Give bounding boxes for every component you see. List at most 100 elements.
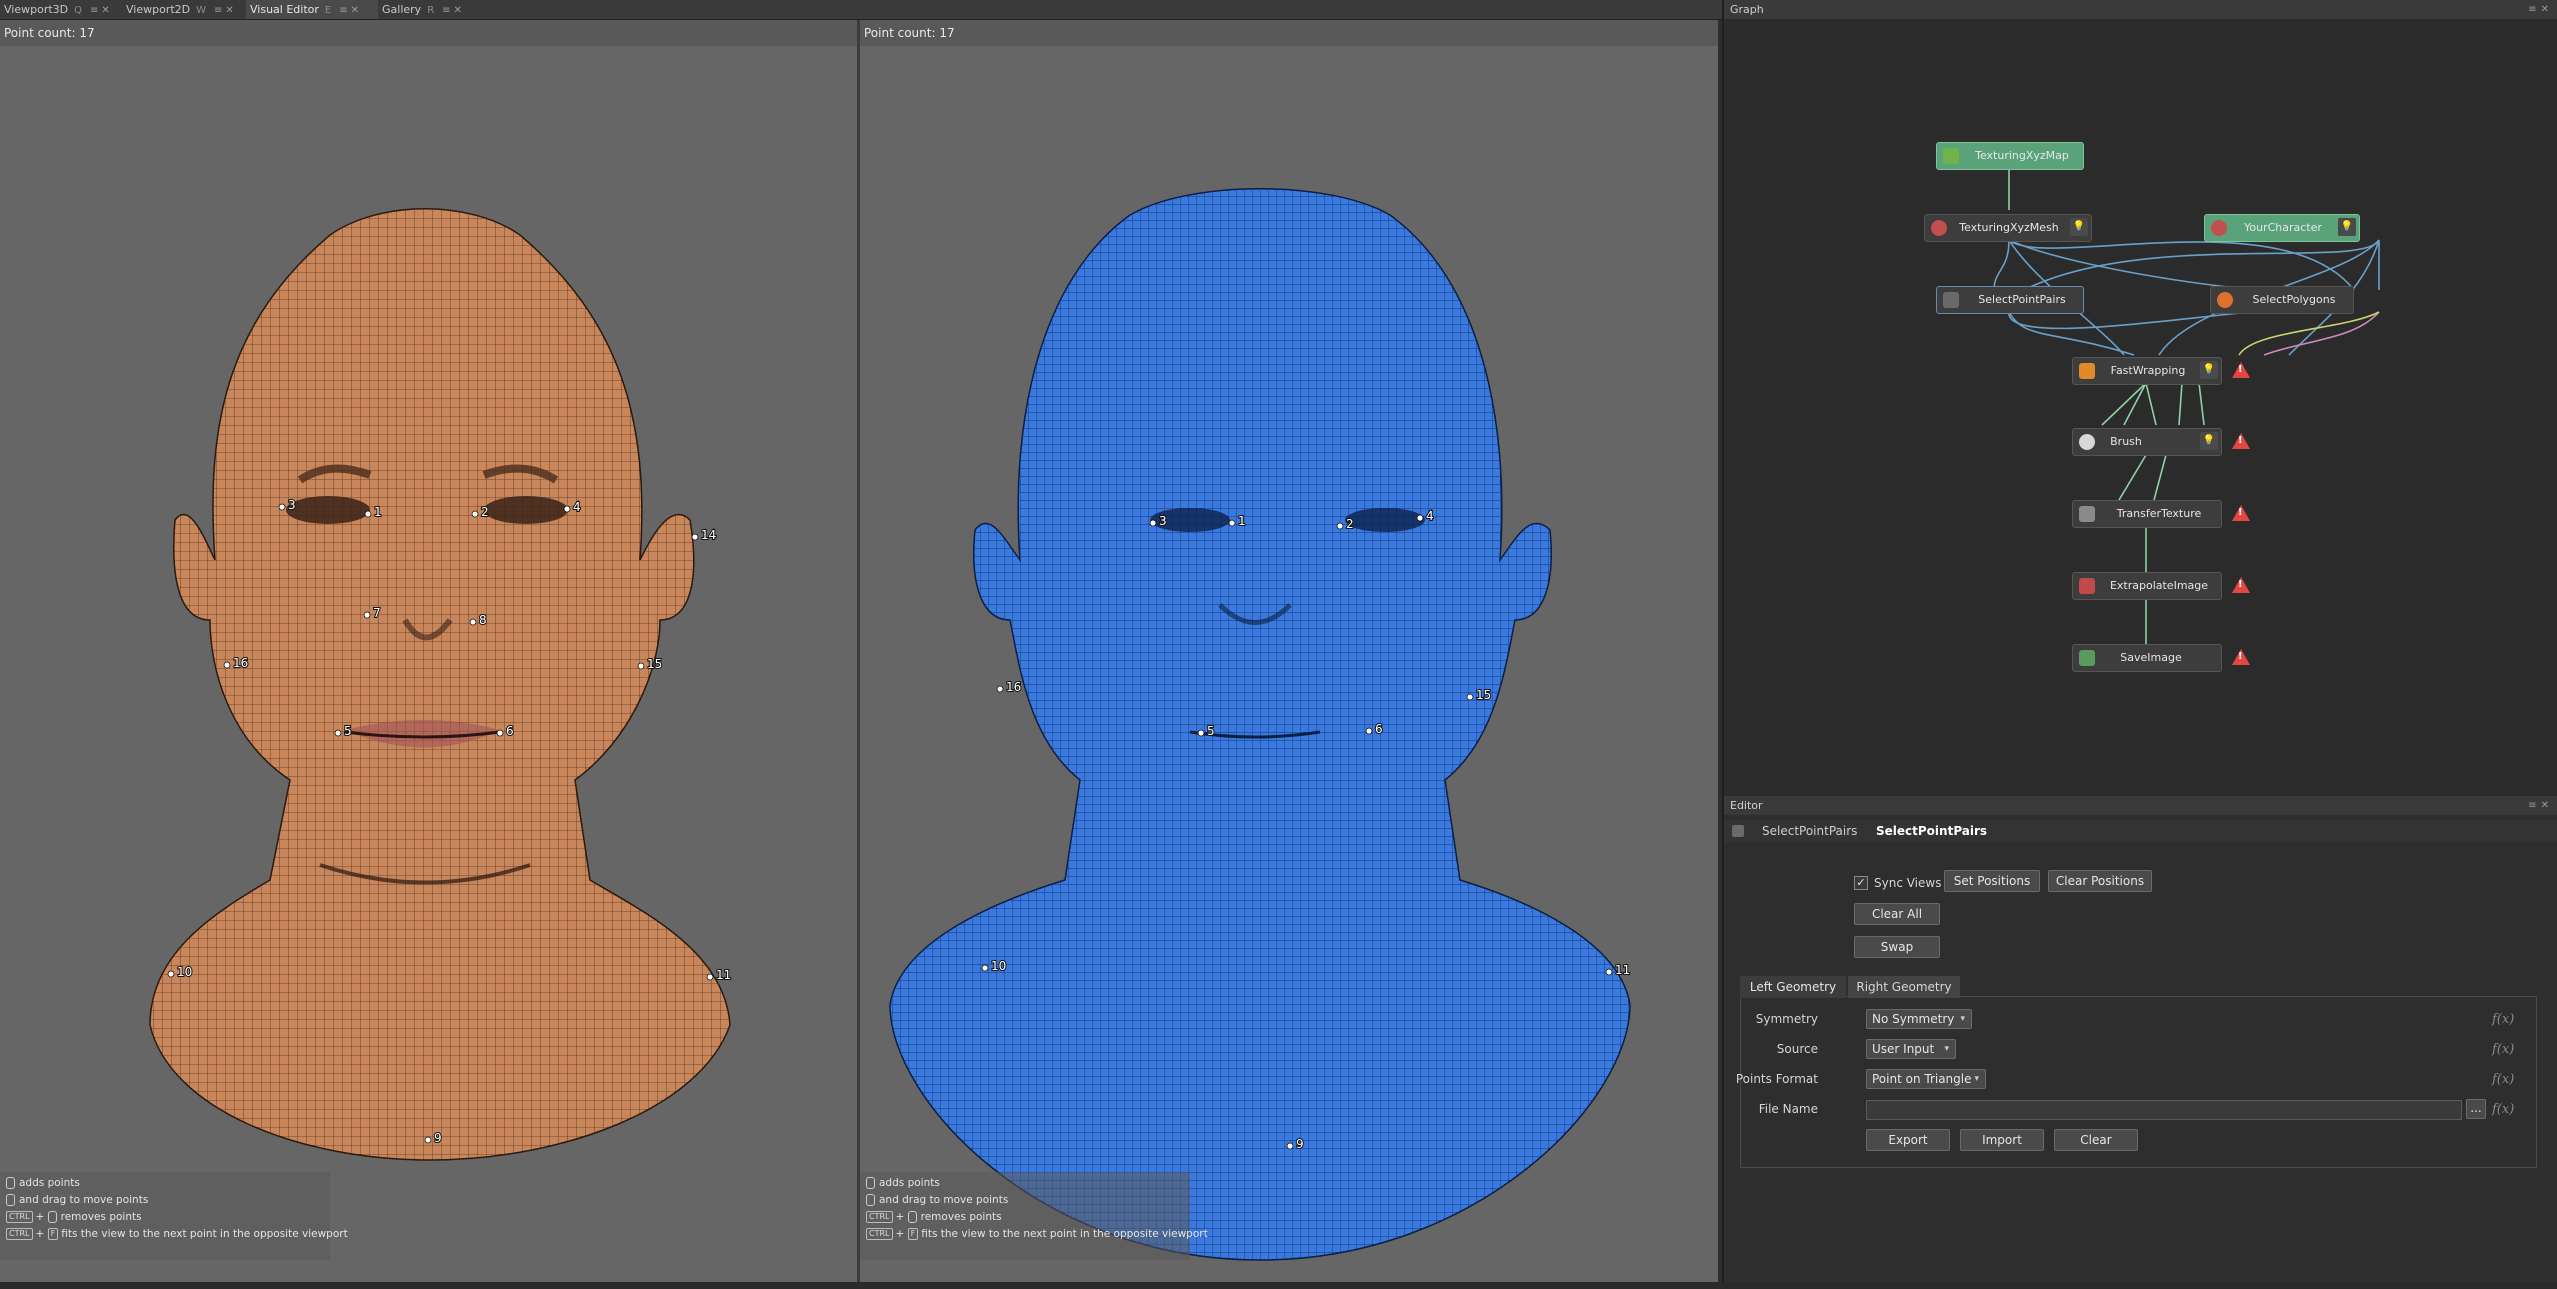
landmark-point[interactable] (424, 1136, 432, 1144)
tab-viewport2d[interactable]: Viewport2D W ≡✕ (122, 0, 246, 19)
landmark-label: 16 (233, 656, 248, 670)
landmark-point[interactable] (1466, 693, 1474, 701)
landmark-point[interactable] (1228, 519, 1236, 527)
point-count: Point count: 17 (864, 26, 955, 40)
landmark-point[interactable] (1365, 727, 1373, 735)
node-texturingxyzmesh[interactable]: TexturingXyzMesh 💡 (1924, 214, 2092, 242)
source-dropdown[interactable]: User Input ▾ (1866, 1039, 1956, 1059)
landmark-point[interactable] (1416, 514, 1424, 522)
visibility-lamp-icon[interactable]: 💡 (2070, 218, 2088, 236)
node-transfertexture[interactable]: TransferTexture (2072, 500, 2222, 528)
right-viewport[interactable]: 1 2 3 4 5 6 9 10 11 15 16 Point count: 17 adds poi… (860, 20, 1718, 1282)
landmark-label: 8 (479, 613, 487, 627)
tab-gallery[interactable]: Gallery R ≡✕ (378, 0, 482, 19)
tab-right-geometry[interactable]: Right Geometry (1848, 976, 1960, 998)
warning-icon[interactable]: ! (2232, 362, 2250, 378)
swap-button[interactable]: Swap (1854, 936, 1940, 958)
warning-icon[interactable]: ! (2232, 433, 2250, 449)
dropdown-arrow-icon: ▾ (1960, 1014, 1965, 1024)
viewport-tab-bar: Viewport3D Q ≡✕ Viewport2D W ≡✕ Visual Edito… (0, 0, 1722, 20)
graph-panel: Graph ≡✕ TexturingXyzMap TexturingXyzMes… (1722, 0, 2557, 796)
fx-icon[interactable]: f(x) (2492, 1042, 2514, 1057)
landmark-label: 10 (991, 959, 1006, 973)
transfer-icon (2079, 506, 2095, 522)
landmark-point[interactable] (563, 505, 571, 513)
landmark-point[interactable] (167, 970, 175, 978)
set-positions-button[interactable]: Set Positions (1944, 870, 2040, 892)
landmark-point[interactable] (1286, 1142, 1294, 1150)
landmark-point[interactable] (706, 973, 714, 981)
mouse-icon (6, 1177, 15, 1189)
fx-icon[interactable]: f(x) (2492, 1012, 2514, 1027)
tab-menu-close-icon[interactable]: ≡✕ (90, 5, 113, 16)
mouse-icon (47, 1211, 57, 1223)
left-head-mesh[interactable]: 1 2 3 4 5 6 7 8 9 10 11 14 15 16 (0, 20, 857, 1282)
landmark-point[interactable] (1149, 519, 1157, 527)
landmark-point[interactable] (364, 510, 372, 518)
mesh-icon (1931, 220, 1947, 236)
landmark-label: 5 (1207, 724, 1215, 738)
tab-left-geometry[interactable]: Left Geometry (1740, 976, 1846, 998)
landmark-point[interactable] (637, 662, 645, 670)
warning-icon[interactable]: ! (2232, 577, 2250, 593)
tab-menu-close-icon[interactable]: ≡✕ (339, 5, 362, 16)
landmark-label: 6 (1375, 722, 1383, 736)
mouse-icon (866, 1177, 875, 1189)
landmark-point[interactable] (1197, 729, 1205, 737)
node-texturingxyzmap[interactable]: TexturingXyzMap (1936, 142, 2084, 170)
landmark-point[interactable] (334, 729, 342, 737)
landmark-label: 5 (344, 724, 352, 738)
left-viewport[interactable]: 1 2 3 4 5 6 7 8 9 10 11 14 15 16 Point count: 17 adds… (0, 20, 857, 1282)
landmark-point[interactable] (278, 503, 286, 511)
node-yourcharacter[interactable]: YourCharacter 💡 (2204, 214, 2360, 242)
landmark-point[interactable] (996, 685, 1004, 693)
symmetry-dropdown[interactable]: No Symmetry ▾ (1866, 1009, 1972, 1029)
import-button[interactable]: Import (1960, 1129, 2044, 1151)
viewport-header (860, 20, 1718, 46)
tab-menu-close-icon[interactable]: ≡✕ (442, 5, 465, 16)
file-name-input[interactable] (1866, 1100, 2462, 1120)
sync-views-checkbox[interactable]: ✓ (1854, 876, 1868, 890)
fx-icon[interactable]: f(x) (2492, 1102, 2514, 1117)
node-selectpolygons[interactable]: SelectPolygons (2210, 286, 2354, 314)
tab-visual-editor[interactable]: Visual Editor E ≡✕ (246, 0, 378, 19)
node-fastwrapping[interactable]: FastWrapping 💡 (2072, 357, 2222, 385)
visibility-lamp-icon[interactable]: 💡 (2338, 218, 2356, 236)
warning-icon[interactable]: ! (2232, 505, 2250, 521)
fx-icon[interactable]: f(x) (2492, 1072, 2514, 1087)
landmark-point[interactable] (1605, 968, 1613, 976)
panel-menu-close-icon[interactable]: ≡✕ (2528, 796, 2553, 815)
node-selectpointpairs[interactable]: SelectPointPairs (1936, 286, 2084, 314)
clear-positions-button[interactable]: Clear Positions (2048, 870, 2152, 892)
landmark-point[interactable] (223, 661, 231, 669)
hint-add: adds points (866, 1177, 940, 1189)
landmark-point[interactable] (469, 618, 477, 626)
hint-add: adds points (6, 1177, 80, 1189)
node-brush[interactable]: Brush 💡 (2072, 428, 2222, 456)
right-head-mesh[interactable]: 1 2 3 4 5 6 9 10 11 15 16 (860, 20, 1718, 1282)
node-saveimage[interactable]: SaveImage (2072, 644, 2222, 672)
browse-button[interactable]: ... (2466, 1099, 2486, 1119)
points-format-dropdown[interactable]: Point on Triangle ▾ (1866, 1069, 1986, 1089)
visibility-lamp-icon[interactable]: 💡 (2200, 361, 2218, 379)
tab-viewport3d[interactable]: Viewport3D Q ≡✕ (0, 0, 122, 19)
visibility-lamp-icon[interactable]: 💡 (2200, 432, 2218, 450)
tab-menu-close-icon[interactable]: ≡✕ (214, 5, 237, 16)
mouse-icon (866, 1194, 875, 1206)
landmark-point[interactable] (363, 611, 371, 619)
save-icon (2079, 650, 2095, 666)
landmark-point[interactable] (981, 964, 989, 972)
landmark-label: 16 (1006, 680, 1021, 694)
point-pairs-icon (1943, 292, 1959, 308)
clear-all-button[interactable]: Clear All (1854, 903, 1940, 925)
landmark-label: 11 (1615, 963, 1630, 977)
warning-icon[interactable]: ! (2232, 649, 2250, 665)
landmark-point[interactable] (691, 533, 699, 541)
dropdown-arrow-icon: ▾ (1974, 1074, 1979, 1084)
landmark-point[interactable] (1336, 522, 1344, 530)
node-extrapolateimage[interactable]: ExtrapolateImage (2072, 572, 2222, 600)
landmark-point[interactable] (496, 729, 504, 737)
export-button[interactable]: Export (1866, 1129, 1950, 1151)
landmark-point[interactable] (471, 510, 479, 518)
clear-button[interactable]: Clear (2054, 1129, 2138, 1151)
